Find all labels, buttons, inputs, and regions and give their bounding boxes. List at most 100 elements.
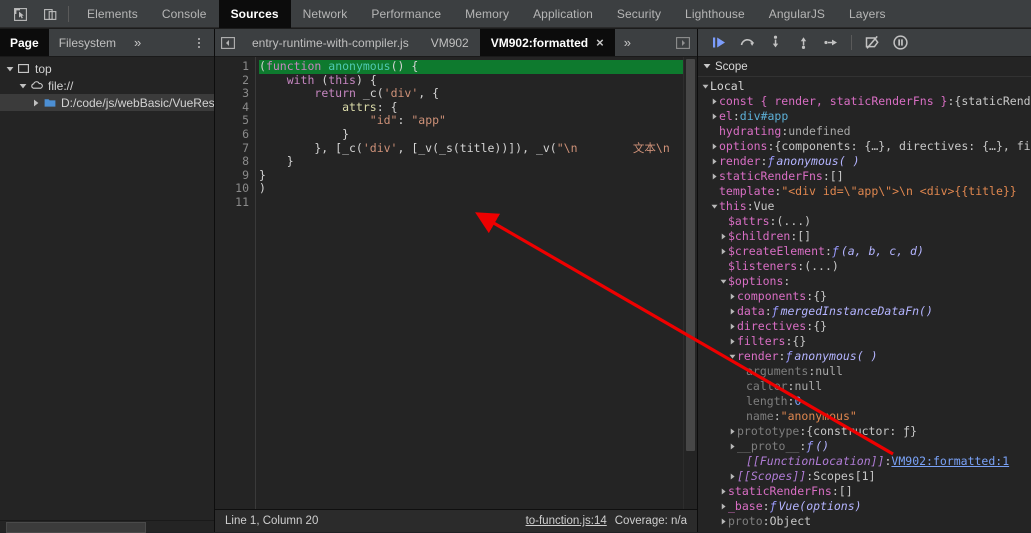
scope-property-row[interactable]: $children: [] xyxy=(698,229,1031,244)
scope-property-row[interactable]: [[Scopes]]: Scopes[1] xyxy=(698,469,1031,484)
scope-property-row[interactable]: __proto__: ƒ() xyxy=(698,439,1031,454)
chevron-right-icon[interactable] xyxy=(30,96,42,110)
editor-tab-vm902-formatted[interactable]: VM902:formatted × xyxy=(479,29,615,56)
code-line[interactable]: } xyxy=(259,127,683,142)
panel-tab-memory[interactable]: Memory xyxy=(453,0,521,28)
chevron-right-icon[interactable] xyxy=(727,308,737,315)
code-line[interactable]: attrs: { xyxy=(259,100,683,115)
close-icon[interactable]: × xyxy=(596,36,604,49)
chevron-down-icon[interactable] xyxy=(17,79,29,93)
step-button[interactable] xyxy=(818,32,844,54)
chevron-right-icon[interactable] xyxy=(727,338,737,345)
code-line[interactable]: with (this) { xyxy=(259,73,683,88)
line-number[interactable]: 6 xyxy=(215,127,249,142)
editor-more-tabs-button[interactable]: » xyxy=(615,29,640,56)
scrollbar-thumb[interactable] xyxy=(686,59,695,451)
navigator-horizontal-scrollbar[interactable] xyxy=(0,520,214,533)
scope-property-row[interactable]: $attrs: (...) xyxy=(698,214,1031,229)
pause-on-exceptions-button[interactable] xyxy=(887,32,913,54)
chevron-down-icon[interactable] xyxy=(700,83,710,90)
panel-tab-angularjs[interactable]: AngularJS xyxy=(757,0,837,28)
scope-variables-tree[interactable]: Local const { render, staticRenderFns }: … xyxy=(698,77,1031,532)
file-tree-item[interactable]: D:/code/js/webBasic/VueResour xyxy=(0,94,214,111)
scope-property-row[interactable]: $options: xyxy=(698,274,1031,289)
code-line-execution-highlight[interactable]: (function anonymous() { xyxy=(259,59,683,74)
line-number[interactable]: 10 xyxy=(215,182,249,196)
editor-tab-entry-runtime-with-compiler-js[interactable]: entry-runtime-with-compiler.js xyxy=(241,29,420,56)
navigator-more-tabs-button[interactable]: » xyxy=(126,29,149,56)
scope-property-row[interactable]: data: ƒ mergedInstanceDataFn() xyxy=(698,304,1031,319)
code-line[interactable]: } xyxy=(259,154,683,169)
panel-tab-performance[interactable]: Performance xyxy=(359,0,453,28)
line-number[interactable]: 4 xyxy=(215,100,249,115)
chevron-right-icon[interactable] xyxy=(709,173,719,180)
chevron-down-icon[interactable] xyxy=(727,353,737,360)
chevron-right-icon[interactable] xyxy=(709,113,719,120)
panel-collapse-left-icon[interactable] xyxy=(215,29,241,56)
chevron-right-icon[interactable] xyxy=(727,443,737,450)
scope-property-row[interactable]: components: {} xyxy=(698,289,1031,304)
editor-vertical-scrollbar[interactable] xyxy=(683,57,697,509)
line-number[interactable]: 11 xyxy=(215,195,249,210)
scope-property-row[interactable]: $listeners: (...) xyxy=(698,259,1031,274)
panel-tab-sources[interactable]: Sources xyxy=(218,0,291,28)
file-tree-item[interactable]: file:// xyxy=(0,77,214,94)
chevron-right-icon[interactable] xyxy=(727,323,737,330)
chevron-right-icon[interactable] xyxy=(709,98,719,105)
chevron-right-icon[interactable] xyxy=(727,473,737,480)
scope-property-row[interactable]: render: ƒ anonymous( ) xyxy=(698,154,1031,169)
code-editor[interactable]: 1 2 3 4 5 6 7 8 9 10 11 (function anonymous() { wi… xyxy=(215,57,697,509)
scope-property-row[interactable]: el: div#app xyxy=(698,109,1031,124)
editor-tab-vm902[interactable]: VM902 xyxy=(420,29,480,56)
scope-property-row[interactable]: Local xyxy=(698,79,1031,94)
panel-tab-network[interactable]: Network xyxy=(291,0,360,28)
line-number[interactable]: 2 xyxy=(215,73,249,88)
chevron-down-icon[interactable] xyxy=(709,203,719,210)
chevron-right-icon[interactable] xyxy=(718,503,728,510)
device-toolbar-icon[interactable] xyxy=(38,3,62,25)
panel-tab-security[interactable]: Security xyxy=(605,0,673,28)
code-content[interactable]: (function anonymous() { with (this) { re… xyxy=(255,57,683,509)
scope-property-row[interactable]: render: ƒ anonymous( ) xyxy=(698,349,1031,364)
code-line[interactable]: } xyxy=(259,168,683,183)
scope-property-row[interactable]: name: "anonymous" xyxy=(698,409,1031,424)
chevron-right-icon[interactable] xyxy=(718,233,728,240)
navigator-tab-filesystem[interactable]: Filesystem xyxy=(49,29,126,56)
code-line[interactable]: ) xyxy=(259,182,683,196)
navigator-tab-page[interactable]: Page xyxy=(0,29,49,56)
scope-property-row[interactable]: length: 0 xyxy=(698,394,1031,409)
scope-property-row[interactable]: this: Vue xyxy=(698,199,1031,214)
panel-tab-lighthouse[interactable]: Lighthouse xyxy=(673,0,757,28)
panel-tab-console[interactable]: Console xyxy=(150,0,219,28)
step-out-of-current-function-button[interactable] xyxy=(790,32,816,54)
scope-section-header[interactable]: Scope xyxy=(698,57,1031,77)
inspect-element-icon[interactable] xyxy=(8,3,32,25)
scope-property-row[interactable]: options: {components: {…}, directives: {… xyxy=(698,139,1031,154)
chevron-right-icon[interactable] xyxy=(709,143,719,150)
scope-property-row[interactable]: staticRenderFns: [] xyxy=(698,169,1031,184)
scope-property-row[interactable]: proto: Object xyxy=(698,514,1031,529)
panel-expand-right-icon[interactable] xyxy=(669,29,697,56)
scope-property-row[interactable]: [[FunctionLocation]]: VM902:formatted:1 xyxy=(698,454,1031,469)
scope-property-row[interactable]: caller: null xyxy=(698,379,1031,394)
panel-tab-layers[interactable]: Layers xyxy=(837,0,898,28)
scope-property-row[interactable]: staticRenderFns: [] xyxy=(698,484,1031,499)
line-number[interactable]: 8 xyxy=(215,155,249,169)
file-tree-item[interactable]: top xyxy=(0,60,214,77)
line-number[interactable]: 9 xyxy=(215,168,249,183)
chevron-right-icon[interactable] xyxy=(718,518,728,525)
scope-property-row[interactable]: hydrating: undefined xyxy=(698,124,1031,139)
scope-property-row[interactable]: template: "<div id=\"app\">\n <div>{{tit… xyxy=(698,184,1031,199)
step-into-next-function-call-button[interactable] xyxy=(762,32,788,54)
code-line[interactable] xyxy=(259,196,683,210)
chevron-right-icon[interactable] xyxy=(718,488,728,495)
scope-property-row[interactable]: filters: {} xyxy=(698,334,1031,349)
scope-property-row[interactable]: const { render, staticRenderFns }: {stat… xyxy=(698,94,1031,109)
line-number[interactable]: 5 xyxy=(215,114,249,128)
line-number[interactable]: 3 xyxy=(215,87,249,101)
code-line[interactable]: }, [_c('div', [_v(_s(title))]), _v("\n 文… xyxy=(259,141,683,156)
deactivate-breakpoints-button[interactable] xyxy=(859,32,885,54)
chevron-down-icon[interactable] xyxy=(4,62,16,76)
panel-tab-application[interactable]: Application xyxy=(521,0,605,28)
chevron-right-icon[interactable] xyxy=(727,428,737,435)
